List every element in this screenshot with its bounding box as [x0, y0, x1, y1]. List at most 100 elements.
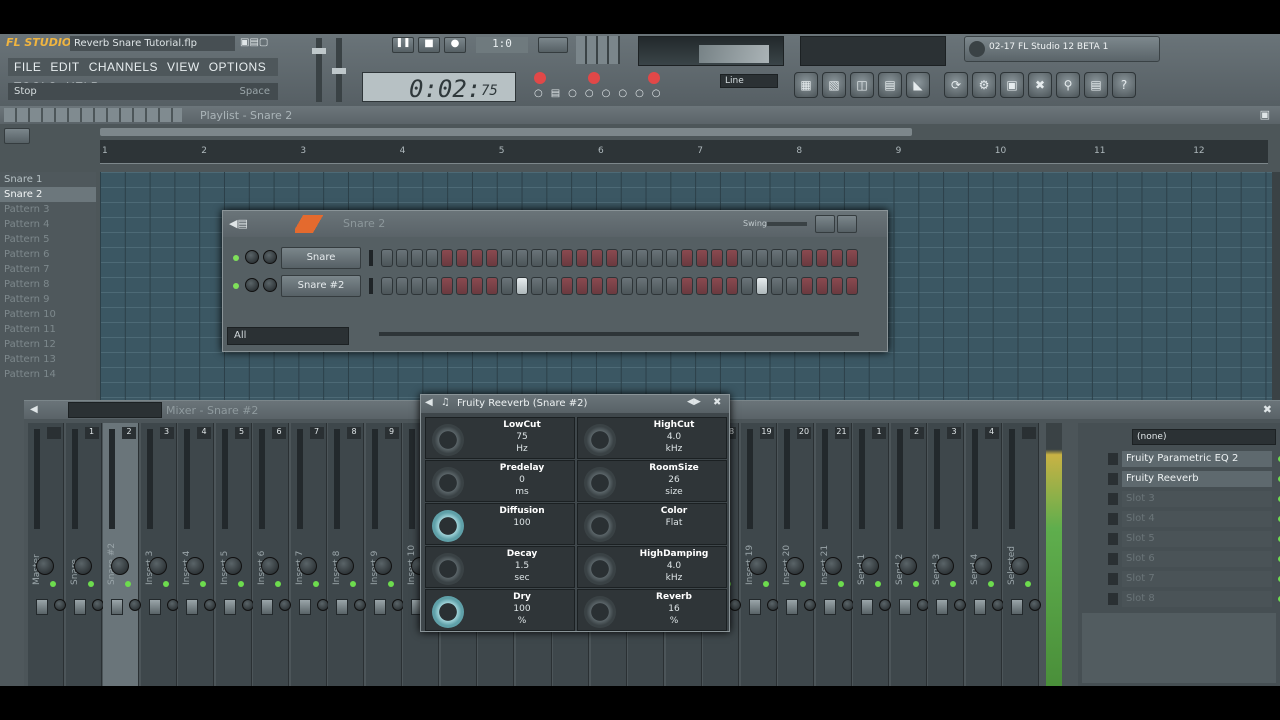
step-button[interactable]	[561, 277, 573, 295]
step-button[interactable]	[651, 249, 663, 267]
tools-icon[interactable]: ✖	[1028, 72, 1052, 98]
mixer-volume-fader[interactable]	[823, 599, 836, 615]
mixer-stereo-knob[interactable]	[91, 599, 104, 611]
mixer-stereo-knob[interactable]	[241, 599, 254, 611]
effect-slot[interactable]: Slot 6	[1108, 551, 1280, 567]
effect-slot[interactable]: Fruity Parametric EQ 2	[1108, 451, 1280, 467]
mixer-stereo-knob[interactable]	[729, 599, 741, 611]
step-button[interactable]	[411, 277, 423, 295]
step-button[interactable]	[846, 249, 858, 267]
input-select[interactable]: (none)	[1132, 429, 1276, 445]
playlist-ruler[interactable]: 1 2 3 4 5 6 7 8 9 10 11 12	[100, 140, 1268, 164]
track-name[interactable]: Pattern 10	[0, 307, 96, 322]
mixer-volume-fader[interactable]	[186, 599, 198, 615]
mixer-track[interactable]: 3 Insert 3	[140, 423, 179, 686]
channel-rack-scroll[interactable]	[379, 332, 859, 336]
effect-slot-toggle[interactable]	[1108, 493, 1118, 505]
track-name[interactable]: Pattern 8	[0, 277, 96, 292]
mixer-track[interactable]: Selected	[1003, 423, 1041, 686]
step-button[interactable]	[711, 277, 723, 295]
mixer-enable-led[interactable]	[87, 581, 94, 587]
step-button[interactable]	[516, 249, 528, 267]
mixer-stereo-knob[interactable]	[166, 599, 179, 611]
master-pitch-slider[interactable]	[332, 38, 346, 102]
mixer-volume-fader[interactable]	[786, 599, 798, 615]
channel-rack-brush-icon[interactable]	[295, 215, 325, 233]
step-button[interactable]	[771, 277, 783, 295]
mixer-volume-fader[interactable]	[1011, 599, 1023, 615]
step-button[interactable]	[726, 277, 738, 295]
reverb-knob[interactable]	[584, 510, 616, 542]
mixer-pan-knob[interactable]	[186, 557, 204, 575]
mixer-enable-led[interactable]	[387, 581, 394, 587]
effect-slot-toggle[interactable]	[1108, 593, 1118, 605]
mixer-pan-knob[interactable]	[936, 557, 954, 575]
step-button[interactable]	[441, 249, 453, 267]
reverb-prev-next-icon[interactable]: ◀▶	[687, 397, 701, 407]
mixer-volume-fader[interactable]	[73, 599, 86, 615]
track-name[interactable]: Pattern 14	[0, 367, 96, 382]
menu-options[interactable]: OPTIONS	[209, 58, 267, 76]
mixer-enable-led[interactable]	[912, 581, 919, 587]
step-button[interactable]	[501, 277, 513, 295]
mixer-track[interactable]: 4 Send 4	[965, 423, 1004, 686]
step-button[interactable]	[771, 249, 783, 267]
effect-slot[interactable]: Slot 8	[1108, 591, 1280, 607]
reverb-knob[interactable]	[584, 424, 616, 456]
mixer-enable-led[interactable]	[987, 581, 994, 587]
effect-slot-name[interactable]: Slot 8	[1122, 591, 1272, 607]
mixer-enable-led[interactable]	[50, 581, 56, 587]
mixer-enable-led[interactable]	[200, 581, 206, 587]
step-button[interactable]	[756, 249, 768, 267]
record-options[interactable]: ○▤○○○○○○	[530, 70, 710, 104]
mixer-track[interactable]: 5 Insert 5	[215, 423, 254, 686]
mixer-enable-led[interactable]	[237, 581, 244, 587]
track-name[interactable]: Snare 2	[0, 187, 96, 202]
piano-roll-icon[interactable]: ▧	[822, 72, 846, 98]
channel-pan-knob[interactable]	[245, 278, 259, 292]
mixer-preset-field[interactable]	[68, 402, 162, 418]
snap-grid-buttons[interactable]	[576, 36, 620, 64]
effect-slot-toggle[interactable]	[1108, 573, 1118, 585]
mixer-stereo-knob[interactable]	[954, 599, 966, 611]
mixer-volume-fader[interactable]	[973, 599, 986, 615]
track-name[interactable]: Pattern 11	[0, 322, 96, 337]
record-button[interactable]: ●	[444, 37, 466, 53]
mixer-enable-led[interactable]	[1025, 581, 1031, 587]
mixer-stereo-knob[interactable]	[391, 599, 404, 611]
step-button[interactable]	[486, 277, 498, 295]
effect-slot[interactable]: Slot 5	[1108, 531, 1280, 547]
mixer-enable-led[interactable]	[950, 581, 956, 587]
effect-slot[interactable]: Slot 4	[1108, 511, 1280, 527]
menu-edit[interactable]: EDIT	[50, 58, 79, 76]
mixer-track[interactable]: 3 Send 3	[928, 423, 966, 686]
mixer-stereo-knob[interactable]	[1029, 599, 1041, 611]
mixer-volume-fader[interactable]	[336, 599, 348, 615]
mixer-enable-led[interactable]	[800, 581, 806, 587]
step-button[interactable]	[576, 277, 588, 295]
mixer-track[interactable]: 2 Send 2	[890, 423, 929, 686]
step-button[interactable]	[636, 277, 648, 295]
menu-view[interactable]: VIEW	[167, 58, 200, 76]
mixer-track[interactable]: 9 Insert 9	[365, 423, 404, 686]
playlist-tools[interactable]	[4, 108, 182, 122]
track-name[interactable]: Pattern 4	[0, 217, 96, 232]
mixer-pan-knob[interactable]	[373, 557, 392, 575]
step-button[interactable]	[696, 277, 708, 295]
effect-slot-name[interactable]: Slot 7	[1122, 571, 1272, 587]
mixer-pan-knob[interactable]	[861, 557, 879, 575]
step-button[interactable]	[621, 277, 633, 295]
mixer-track[interactable]: 1 Snare	[65, 423, 104, 686]
mixer-stereo-knob[interactable]	[316, 599, 329, 611]
mixer-pan-knob[interactable]	[973, 557, 992, 575]
mixer-menu-icon[interactable]: ◀	[30, 404, 38, 415]
mixer-enable-led[interactable]	[762, 581, 769, 587]
step-button[interactable]	[606, 249, 618, 267]
track-name[interactable]: Pattern 13	[0, 352, 96, 367]
mixer-volume-fader[interactable]	[748, 599, 761, 615]
mixer-volume-fader[interactable]	[223, 599, 236, 615]
mixer-close-icon[interactable]: ✖	[1263, 403, 1272, 416]
step-button[interactable]	[711, 249, 723, 267]
effect-slot[interactable]: Fruity Reeverb	[1108, 471, 1280, 487]
plugin-database-icon[interactable]: ⚙	[972, 72, 996, 98]
